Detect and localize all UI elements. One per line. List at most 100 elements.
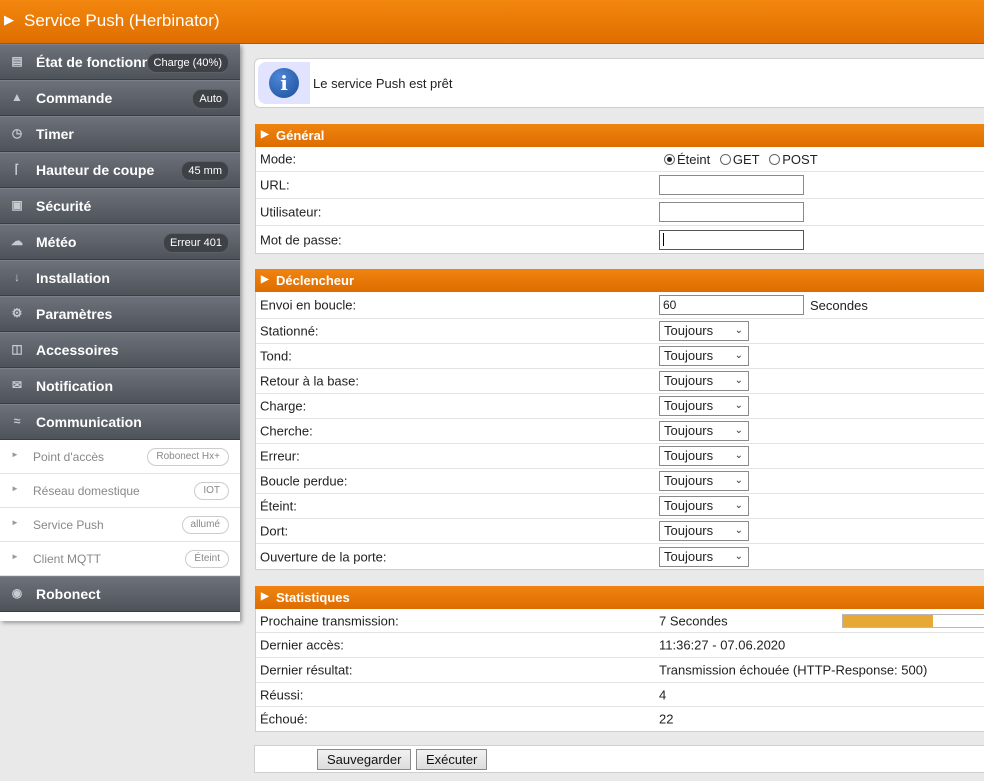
sidebar-item-label: Communication [36,414,142,430]
chevron-down-icon: ⌄ [734,550,743,562]
trigger-row: Retour à la base: Toujours ⌄ [256,369,984,394]
url-row: URL: [256,172,984,199]
mode-label: Mode: [260,151,297,167]
stats-row: Prochaine transmission: 7 Secondes [256,609,984,633]
execute-button[interactable]: Exécuter [416,749,488,770]
sidebar-item-label: Robonect [36,586,101,602]
sidebar-item-robonect[interactable]: ◉ Robonect [0,576,240,612]
trigger-label: Dort: [260,523,289,539]
stats-panel-header: ▶ Statistiques [255,586,984,609]
envelope-icon: ✉ [11,378,23,392]
sidebar-item-label: Timer [36,126,74,142]
trigger-select-eteint[interactable]: Toujours ⌄ [659,496,749,516]
grass-icon: ⌈ [14,162,20,176]
trigger-select-retour[interactable]: Toujours ⌄ [659,371,749,391]
sidebar-item-label: Paramètres [36,306,113,322]
status-badge: 45 mm [181,161,229,181]
stats-value: 22 [659,711,674,727]
sidebar: ▤ État de fonctionnement Charge (40%) ▲ … [0,44,240,621]
chevron-down-icon: ⌄ [734,375,743,386]
save-button[interactable]: Sauvegarder [317,749,412,770]
sidebar-item-label: Commande [36,90,113,106]
sidebar-item-timer[interactable]: ◷ Timer [0,116,240,152]
stats-row: Dernier accès: 11:36:27 - 07.06.2020 [256,633,984,658]
trigger-select-porte[interactable]: Toujours ⌄ [659,546,749,567]
chevron-down-icon: ⌄ [734,450,743,461]
install-icon: ↓ [14,270,20,284]
triangle-right-icon: ▶ [261,129,269,140]
status-badge: Charge (40%) [146,53,229,73]
sidebar-subitem-mqtt[interactable]: ► Client MQTT Éteint [0,542,240,576]
password-label: Mot de passe: [260,232,342,247]
sidebar-item-communication[interactable]: ≈ Communication [0,404,240,440]
select-value: Toujours [664,348,714,363]
loop-input[interactable]: 60 [659,295,804,315]
sidebar-item-installation[interactable]: ↓ Installation [0,260,240,296]
lock-icon: ▣ [11,198,23,212]
mode-radio-post[interactable] [769,154,781,166]
trigger-panel-body: Envoi en boucle: 60 Secondes Stationné: T… [255,292,984,570]
sidebar-item-meteo[interactable]: ☁ Météo Erreur 401 [0,224,240,260]
triangle-right-icon: ▶ [4,12,14,27]
trigger-label: Stationné: [260,323,319,339]
password-input[interactable] [659,229,804,250]
info-icon-area: i [258,62,310,104]
sidebar-item-hauteur[interactable]: ⌈ Hauteur de coupe 45 mm [0,152,240,188]
mode-radio-eteint[interactable] [664,154,675,166]
trigger-select-tond[interactable]: Toujours ⌄ [659,346,749,366]
joystick-icon: ▲ [11,90,23,104]
trigger-select-erreur[interactable]: Toujours ⌄ [659,446,749,466]
sidebar-item-notification[interactable]: ✉ Notification [0,368,240,404]
chevron-down-icon: ⌄ [734,500,743,511]
trigger-select-dort[interactable]: Toujours ⌄ [659,521,749,541]
sidebar-item-label: Météo [36,234,77,250]
loop-row: Envoi en boucle: 60 Secondes [256,292,984,319]
sidebar-item-label: Installation [36,270,110,286]
chevron-down-icon: ⌄ [734,325,743,336]
stats-value: Transmission échouée (HTTP-Response: 500… [659,662,928,678]
select-value: Toujours [664,548,714,564]
sidebar-subitem-service-push[interactable]: ► Service Push allumé [0,508,240,542]
sidebar-subitem-label: Réseau domestique [33,484,140,498]
trigger-label: Charge: [260,398,307,414]
text-caret [663,232,664,246]
trigger-select-cherche[interactable]: Toujours ⌄ [659,421,749,441]
sidebar-item-label: Notification [36,378,113,394]
sidebar-item-securite[interactable]: ▣ Sécurité [0,188,240,224]
trigger-label: Retour à la base: [260,373,360,389]
weather-icon: ☁ [11,234,23,248]
stats-label: Réussi: [260,687,304,702]
sidebar-item-parametres[interactable]: ⚙ Paramètres [0,296,240,332]
sidebar-subitem-point-acces[interactable]: ► Point d'accès Robonect Hx+ [0,440,240,474]
select-value: Toujours [664,523,714,538]
info-message: Le service Push est prêt [313,76,453,91]
stats-label: Prochaine transmission: [260,613,399,628]
action-bar: Sauvegarder Exécuter [254,745,984,773]
mode-option-label: Éteint [677,152,711,168]
url-label: URL: [260,177,290,193]
sidebar-item-commande[interactable]: ▲ Commande Auto [0,80,240,116]
stats-row: Réussi: 4 [256,683,984,707]
user-input[interactable] [659,202,804,222]
stats-label: Dernier accès: [260,637,344,653]
chart-icon: ▤ [11,54,23,68]
info-icon: i [269,68,299,98]
trigger-row: Tond: Toujours ⌄ [256,344,984,369]
sidebar-subitem-reseau[interactable]: ► Réseau domestique IOT [0,474,240,508]
trigger-select-boucle[interactable]: Toujours ⌄ [659,471,749,491]
trigger-row: Stationné: Toujours ⌄ [256,319,984,344]
sidebar-item-accessoires[interactable]: ◫ Accessoires [0,332,240,368]
url-input[interactable] [659,175,804,195]
select-value: Toujours [664,423,714,438]
mode-option-label: GET [732,152,760,168]
sidebar-subitem-label: Service Push [33,518,104,532]
mode-radio-get[interactable] [719,154,731,166]
sidebar-item-etat[interactable]: ▤ État de fonctionnement Charge (40%) [0,44,240,80]
trigger-select-stationne[interactable]: Toujours ⌄ [659,321,749,341]
trigger-panel-header: ▶ Déclencheur [255,269,984,292]
trigger-select-charge[interactable]: Toujours ⌄ [659,396,749,416]
page-title: Service Push (Herbinator) [24,11,220,30]
chevron-down-icon: ⌄ [734,425,743,436]
clock-icon: ◷ [11,126,23,140]
select-value: Toujours [664,473,714,488]
